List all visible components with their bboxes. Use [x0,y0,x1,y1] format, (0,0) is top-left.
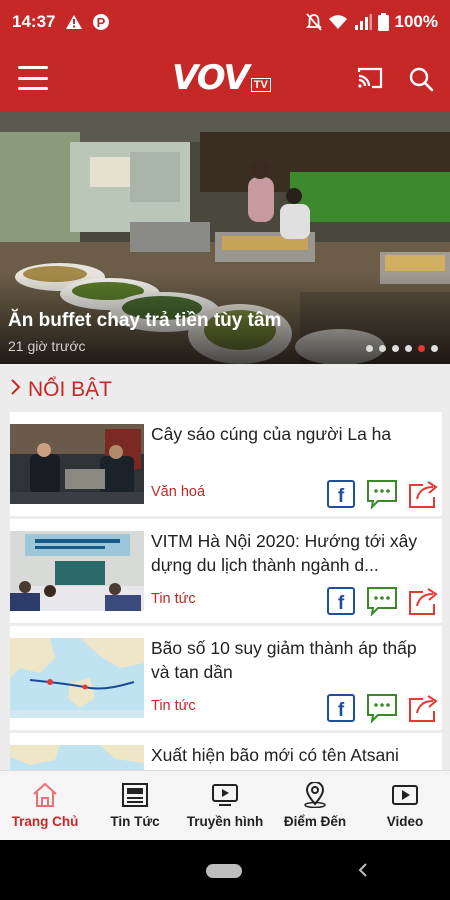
svg-text:f: f [338,593,345,614]
parking-icon: P [93,13,110,31]
hero-title[interactable]: Ăn buffet chay trả tiền tùy tâm [8,310,281,332]
article-category[interactable]: Tin tức [151,591,196,607]
section-title: NỔI BẬT [28,378,113,401]
newspaper-icon [122,783,148,807]
comment-icon[interactable] [366,479,397,510]
svg-text:f: f [338,700,345,721]
chevron-right-icon [10,378,22,402]
bell-off-icon [305,13,322,31]
logo-badge: TV [250,78,271,92]
share-icon[interactable] [407,479,438,509]
battery-icon [377,13,389,31]
tv-icon [212,784,238,806]
svg-text:P: P [97,15,106,30]
slider-dot[interactable] [405,345,412,352]
home-icon [33,782,57,807]
article-title: Bão số 10 suy giảm thành áp thấp và tan … [151,638,417,682]
cast-icon[interactable] [356,66,384,95]
nav-destination[interactable]: Điểm Đến [270,771,360,840]
share-icon[interactable] [407,693,438,723]
map-pin-icon [304,782,326,808]
back-icon[interactable] [356,860,370,885]
menu-icon-bar [18,87,48,90]
menu-icon-bar [18,66,48,69]
svg-text:f: f [338,486,345,507]
status-time: 14:37 [12,12,56,31]
logo-text: VOV [172,58,250,98]
slider-dot[interactable] [418,345,425,352]
wifi-icon [328,14,348,30]
facebook-share-icon[interactable]: f [326,479,356,509]
hero-timestamp: 21 giờ trước [8,338,86,354]
slider-dots [366,345,438,352]
article-title: Xuất hiện bão mới có tên Atsani [151,745,399,765]
article-thumbnail [10,424,144,504]
facebook-share-icon[interactable]: f [326,586,356,616]
alert-triangle-icon [65,14,83,30]
nav-news[interactable]: Tin Tức [90,771,180,840]
signal-icon [354,14,372,30]
app-bar: VOV TV [0,44,450,112]
hero-slider[interactable]: Ăn buffet chay trả tiền tùy tâm 21 giờ t… [0,112,450,364]
nav-label: Video [386,814,424,829]
section-header[interactable]: NỔI BẬT [10,378,112,402]
article-thumbnail [10,531,144,611]
nav-tv[interactable]: Truyền hình [180,771,270,840]
home-gesture-pill[interactable] [206,864,242,878]
menu-button[interactable] [18,66,48,90]
comment-icon[interactable] [366,693,397,724]
system-nav-bar [0,840,450,900]
battery-level: 100% [394,12,438,31]
vov-logo[interactable]: VOV TV [172,60,271,96]
nav-label: Trang Chủ [11,814,79,829]
bottom-nav: Trang Chủ Tin Tức Truyền hình Điểm Đến V… [0,770,450,840]
article-title: Cây sáo cúng của người La ha [151,424,392,444]
slider-dot[interactable] [366,345,373,352]
article-title: VITM Hà Nội 2020: Hướng tới xây dựng du … [151,531,418,575]
article-thumbnail [10,638,144,718]
slider-dot[interactable] [379,345,386,352]
nav-label: Điểm Đến [283,814,347,829]
slider-dot[interactable] [392,345,399,352]
nav-home[interactable]: Trang Chủ [0,771,90,840]
comment-icon[interactable] [366,586,397,617]
slider-dot[interactable] [431,345,438,352]
nav-label: Truyền hình [186,814,264,829]
menu-icon-bar [18,76,48,80]
list-item[interactable]: Bão số 10 suy giảm thành áp thấp và tan … [10,626,442,730]
facebook-share-icon[interactable]: f [326,693,356,723]
article-category[interactable]: Văn hoá [151,484,205,500]
share-icon[interactable] [407,586,438,616]
nav-video[interactable]: Video [360,771,450,840]
video-icon [392,785,418,805]
list-item[interactable]: VITM Hà Nội 2020: Hướng tới xây dựng du … [10,519,442,623]
article-category[interactable]: Tin tức [151,698,196,714]
status-bar: 14:37 P 100% [0,0,450,44]
nav-label: Tin Tức [110,814,160,829]
list-item[interactable]: Cây sáo cúng của người La ha Văn hoá f [10,412,442,516]
search-icon[interactable] [408,66,434,97]
